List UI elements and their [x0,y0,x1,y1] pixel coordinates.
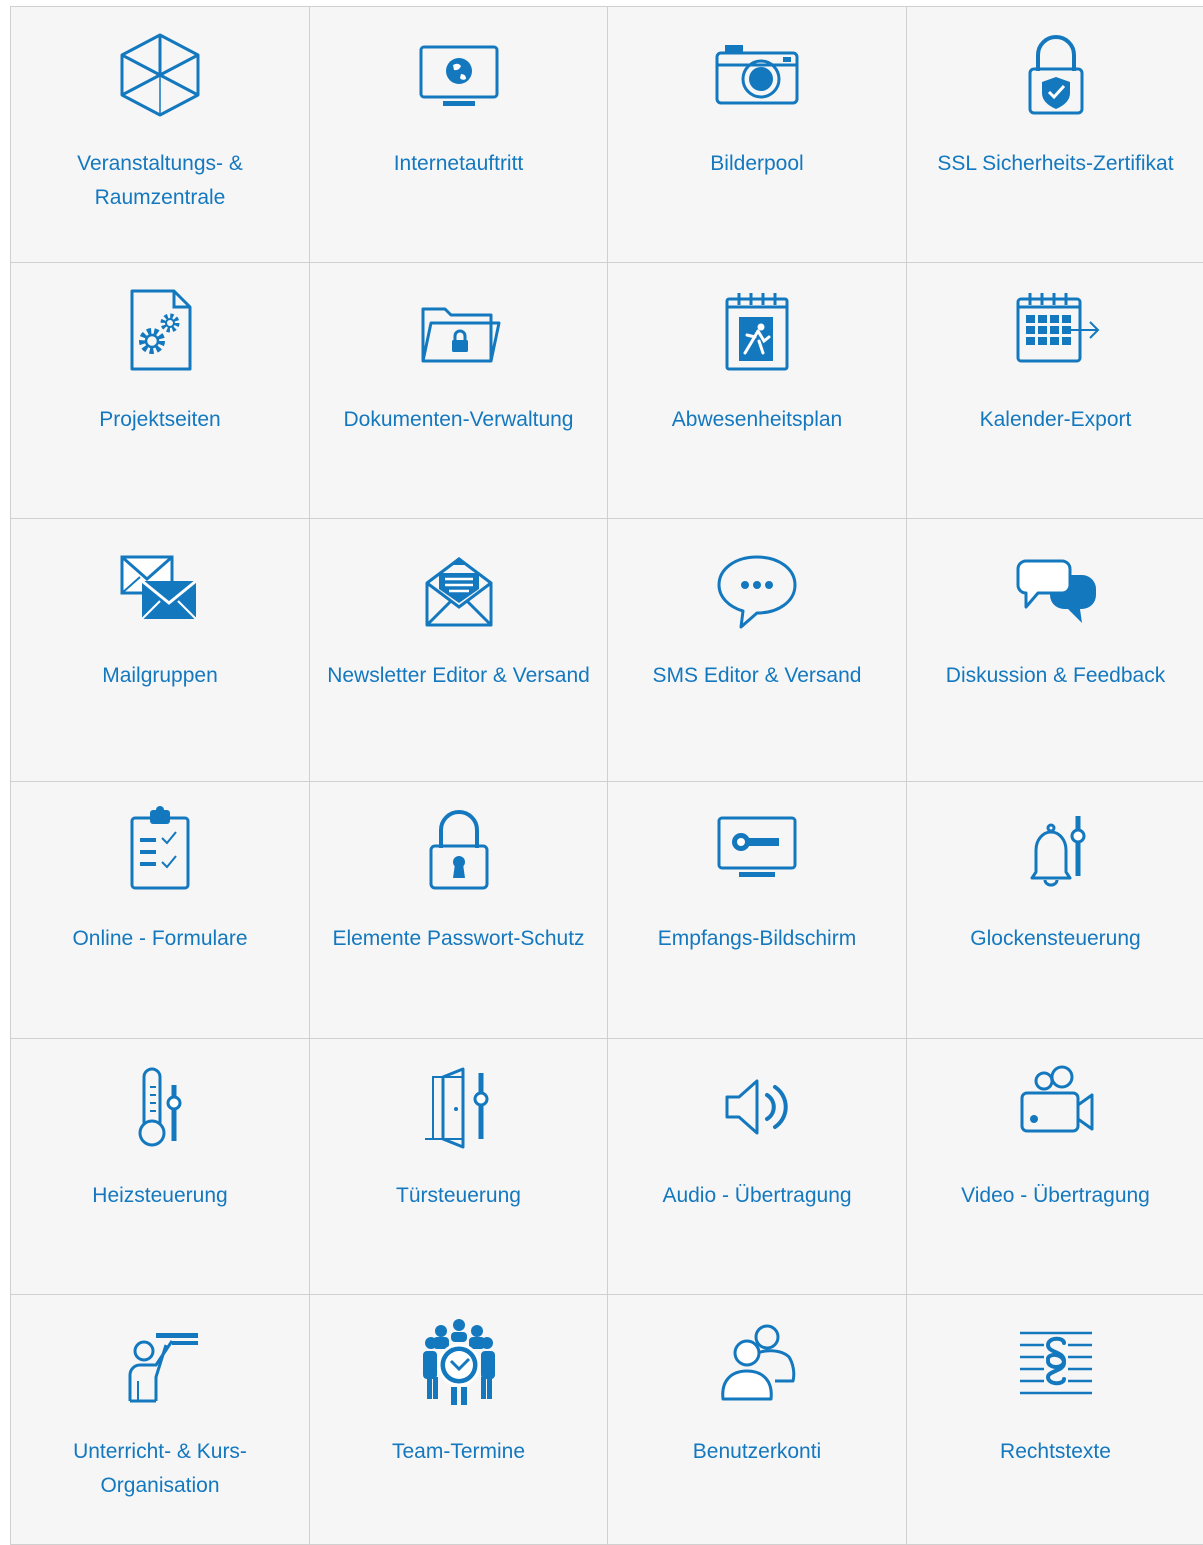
clipboard-checklist-icon [112,802,208,898]
tile-label: Heizsteuerung [92,1184,228,1207]
tile-label: Diskussion & Feedback [945,664,1166,687]
tile-label: Elemente Passwort-Schutz [332,927,585,950]
tile-benutzerkonti[interactable]: Benutzerkonti [608,1295,907,1545]
tile-label: Internetauftritt [393,152,524,175]
tile-label: Rechtstexte [1000,1440,1111,1463]
tile-label: Newsletter Editor & Versand [327,664,590,687]
tile-newsletter[interactable]: Newsletter Editor & Versand [310,519,608,782]
tile-video-uebertragung[interactable]: Video - Übertragung [907,1039,1203,1295]
tile-audio-uebertragung[interactable]: Audio - Übertragung [608,1039,907,1295]
padlock-icon [411,802,507,898]
speech-bubble-icon [709,539,805,635]
monitor-key-icon [709,802,805,898]
tile-label: Online - Formulare [72,927,248,950]
tile-empfangs-bildschirm[interactable]: Empfangs-Bildschirm [608,782,907,1039]
tile-label: Benutzerkonti [692,1440,822,1463]
tile-label: Abwesenheitsplan [671,408,843,431]
tile-label: Dokumenten-Verwaltung [343,408,574,431]
users-icon [709,1315,805,1411]
tile-label: SMS Editor & Versand [652,664,862,687]
folder-lock-icon [411,283,507,379]
tile-rechtstexte[interactable]: Rechtstexte [907,1295,1203,1545]
tile-online-formulare[interactable]: Online - Formulare [11,782,310,1039]
paragraph-lines-icon [1008,1315,1104,1411]
envelopes-icon [112,539,208,635]
tile-tuersteuerung[interactable]: Türsteuerung [310,1039,608,1295]
tile-passwort-schutz[interactable]: Elemente Passwort-Schutz [310,782,608,1039]
tile-label: Unterricht- & Kurs-Organisation [73,1440,247,1497]
tile-label: Mailgruppen [102,664,218,687]
calendar-export-icon [1008,283,1104,379]
speaker-icon [709,1059,805,1155]
document-gears-icon [112,283,208,379]
tile-bilderpool[interactable]: Bilderpool [608,7,907,263]
tile-team-termine[interactable]: Team-Termine [310,1295,608,1545]
door-control-icon [411,1059,507,1155]
calendar-exit-icon [709,283,805,379]
cube-icon [112,27,208,123]
tile-kalender-export[interactable]: Kalender-Export [907,263,1203,519]
tile-mailgruppen[interactable]: Mailgruppen [11,519,310,782]
tile-label: Kalender-Export [979,408,1132,431]
tile-label: Projektseiten [99,408,221,431]
newsletter-envelope-icon [411,539,507,635]
tile-label: Video - Übertragung [961,1184,1150,1207]
tile-glockensteuerung[interactable]: Glockensteuerung [907,782,1203,1039]
tile-diskussion-feedback[interactable]: Diskussion & Feedback [907,519,1203,782]
tile-projektseiten[interactable]: Projektseiten [11,263,310,519]
tile-dokumenten-verwaltung[interactable]: Dokumenten-Verwaltung [310,263,608,519]
tile-label: Team-Termine [391,1440,526,1463]
feature-grid: Veranstaltungs- & Raumzentrale Interneta… [10,6,1203,1545]
tile-abwesenheitsplan[interactable]: Abwesenheitsplan [608,263,907,519]
tile-ssl-zertifikat[interactable]: SSL Sicherheits-Zertifikat [907,7,1203,263]
padlock-shield-icon [1008,27,1104,123]
tile-sms[interactable]: SMS Editor & Versand [608,519,907,782]
team-clock-icon [411,1315,507,1411]
teacher-board-icon [112,1315,208,1411]
tile-label: Glockensteuerung [970,927,1141,950]
tile-label: Bilderpool [710,152,804,175]
tile-heizsteuerung[interactable]: Heizsteuerung [11,1039,310,1295]
tile-label: Türsteuerung [396,1184,521,1207]
tile-label: Empfangs-Bildschirm [657,927,857,950]
camera-icon [709,27,805,123]
bell-control-icon [1008,802,1104,898]
tile-unterricht-kurs[interactable]: Unterricht- & Kurs-Organisation [11,1295,310,1545]
tile-label: Audio - Übertragung [662,1184,852,1207]
thermometer-control-icon [112,1059,208,1155]
tile-label: SSL Sicherheits-Zertifikat [937,152,1174,175]
tile-veranstaltungs-raumzentrale[interactable]: Veranstaltungs- & Raumzentrale [11,7,310,263]
chat-bubbles-icon [1008,539,1104,635]
tile-label: Veranstaltungs- & Raumzentrale [77,152,243,209]
monitor-globe-icon [411,27,507,123]
video-camera-icon [1008,1059,1104,1155]
tile-internetauftritt[interactable]: Internetauftritt [310,7,608,263]
